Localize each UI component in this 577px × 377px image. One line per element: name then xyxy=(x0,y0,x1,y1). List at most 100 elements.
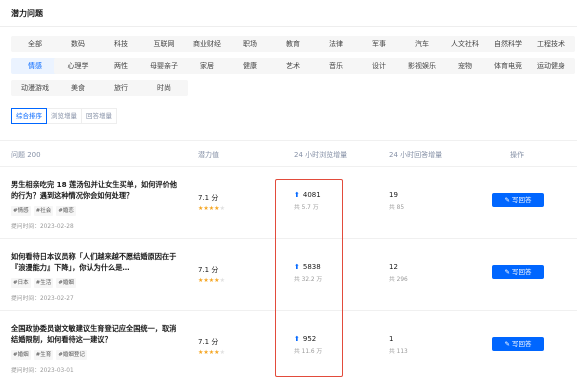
star-rating: ★★★★★ xyxy=(198,205,225,212)
topic-tag[interactable]: #生活 xyxy=(33,278,54,288)
sort-tab-answers[interactable]: 回答增量 xyxy=(81,108,117,124)
category-tag[interactable]: 教育 xyxy=(269,36,317,52)
header-question: 问题 200 xyxy=(11,151,41,159)
answers-increment: 12 xyxy=(389,263,398,271)
category-tag[interactable]: 健康 xyxy=(226,58,274,74)
write-answer-label: 写回答 xyxy=(511,268,532,276)
category-tag[interactable]: 影视娱乐 xyxy=(398,58,446,74)
answers-total: 共 296 xyxy=(389,277,408,283)
header-action: 操作 xyxy=(510,151,524,159)
write-answer-button[interactable]: ✎ 写回答 xyxy=(492,337,544,351)
question-time: 提问时间：2023-02-28 xyxy=(11,224,74,230)
category-tag[interactable]: 工程技术 xyxy=(527,36,575,52)
category-tag[interactable]: 旅行 xyxy=(97,80,145,96)
star-rating: ★★★★★ xyxy=(198,349,225,356)
table-header: 问题 200 潜力值 24 小时浏览增量 24 小时回答增量 操作 xyxy=(0,140,577,167)
sort-tab-views[interactable]: 浏览增量 xyxy=(46,108,82,124)
category-tag[interactable]: 美食 xyxy=(54,80,102,96)
topic-tag[interactable]: #婚姻 xyxy=(56,278,76,288)
answers-increment: 19 xyxy=(389,191,398,199)
views-total: 共 32.2 万 xyxy=(294,277,323,283)
question-time: 提问时间：2023-02-27 xyxy=(11,296,74,302)
header-views: 24 小时浏览增量 xyxy=(294,151,348,159)
category-tag[interactable]: 互联网 xyxy=(140,36,188,52)
category-tag[interactable]: 宠物 xyxy=(441,58,489,74)
category-tag[interactable]: 动漫游戏 xyxy=(11,80,59,96)
title-divider xyxy=(0,26,577,27)
question-time: 提问时间：2023-03-01 xyxy=(11,368,74,374)
category-tag[interactable]: 军事 xyxy=(355,36,403,52)
category-tag[interactable]: 体育电竞 xyxy=(484,58,532,74)
sort-tab-comprehensive[interactable]: 综合排序 xyxy=(11,108,47,124)
write-answer-button[interactable]: ✎ 写回答 xyxy=(492,265,544,279)
star-icon: ★ xyxy=(219,205,225,212)
views-cell: ⬆ 4081 共 5.7 万 xyxy=(294,191,321,211)
category-tag[interactable]: 家居 xyxy=(183,58,231,74)
potential-score: 7.1 分 xyxy=(198,266,219,274)
pencil-icon: ✎ xyxy=(504,196,510,204)
category-tag[interactable]: 两性 xyxy=(97,58,145,74)
potential-score: 7.1 分 xyxy=(198,194,219,202)
write-answer-label: 写回答 xyxy=(511,340,532,348)
category-tag[interactable]: 运动健身 xyxy=(527,58,575,74)
views-cell: ⬆ 952 共 11.6 万 xyxy=(294,335,322,355)
answers-cell: 12 共 296 xyxy=(389,263,408,283)
question-tags: #婚姻 #生育 #婚姻登记 xyxy=(11,350,90,360)
answers-total: 共 113 xyxy=(389,349,408,355)
topic-tag[interactable]: #婚姻登记 xyxy=(56,350,87,360)
category-tag[interactable]: 人文社科 xyxy=(441,36,489,52)
table-row: 如何看待日本议员称「人们越来越不愿结婚原因在于『浪漫能力』下降」，你认为什么是…… xyxy=(0,239,577,311)
question-title[interactable]: 如何看待日本议员称「人们越来越不愿结婚原因在于『浪漫能力』下降」，你认为什么是… xyxy=(11,252,179,273)
category-tag[interactable]: 自然科学 xyxy=(484,36,532,52)
topic-tag[interactable]: #日本 xyxy=(11,278,31,288)
potential-cell: 7.1 分 ★★★★★ xyxy=(198,265,225,284)
category-tag[interactable]: 法律 xyxy=(312,36,360,52)
write-answer-label: 写回答 xyxy=(511,196,532,204)
pencil-icon: ✎ xyxy=(504,268,510,276)
topic-tag[interactable]: #情感 xyxy=(11,206,31,216)
page-title: 潜力问题 xyxy=(11,9,43,18)
category-tag[interactable]: 时尚 xyxy=(140,80,188,96)
views-cell: ⬆ 5838 共 32.2 万 xyxy=(294,263,322,283)
category-tag[interactable]: 科技 xyxy=(97,36,145,52)
answers-cell: 1 共 113 xyxy=(389,335,408,355)
category-tag-active[interactable]: 情感 xyxy=(11,58,59,74)
category-tag[interactable]: 数码 xyxy=(54,36,102,52)
topic-tag[interactable]: #社会 xyxy=(33,206,54,216)
arrow-up-icon: ⬆ xyxy=(294,263,300,271)
question-title[interactable]: 全国政协委员谢文敏建议生育登记应全国统一，取消结婚限制，如何看待这一建议？ xyxy=(11,324,179,345)
question-title[interactable]: 男生相亲吃完 18 莲汤包并让女生买单，如何评价他的行为？遇到这种情况你会如何处… xyxy=(11,180,179,201)
views-total: 共 11.6 万 xyxy=(294,349,323,355)
category-tag[interactable]: 艺术 xyxy=(269,58,317,74)
category-tag[interactable]: 心理学 xyxy=(54,58,102,74)
potential-cell: 7.1 分 ★★★★★ xyxy=(198,337,225,356)
category-tag[interactable]: 商业财经 xyxy=(183,36,231,52)
write-answer-button[interactable]: ✎ 写回答 xyxy=(492,193,544,207)
views-increment: 5838 xyxy=(302,263,321,271)
table-row: 全国政协委员谢文敏建议生育登记应全国统一，取消结婚限制，如何看待这一建议？ #婚… xyxy=(0,311,577,377)
table-row: 男生相亲吃完 18 莲汤包并让女生买单，如何评价他的行为？遇到这种情况你会如何处… xyxy=(0,167,577,239)
category-tag[interactable]: 母婴亲子 xyxy=(140,58,188,74)
category-tag[interactable]: 设计 xyxy=(355,58,403,74)
star-icon: ★ xyxy=(219,349,225,356)
potential-cell: 7.1 分 ★★★★★ xyxy=(198,193,225,212)
category-tag[interactable]: 音乐 xyxy=(312,58,360,74)
header-answers: 24 小时回答增量 xyxy=(389,151,443,159)
arrow-up-icon: ⬆ xyxy=(294,191,300,199)
topic-tag[interactable]: #婚姻 xyxy=(11,350,31,360)
category-tag[interactable]: 全部 xyxy=(11,36,59,52)
question-tags: #情感 #社会 #婚恋 xyxy=(11,206,79,216)
topic-tag[interactable]: #婚恋 xyxy=(56,206,76,216)
category-tag[interactable]: 汽车 xyxy=(398,36,446,52)
star-rating: ★★★★★ xyxy=(198,277,225,284)
answers-increment: 1 xyxy=(389,335,394,343)
answers-cell: 19 共 85 xyxy=(389,191,404,211)
star-icon: ★ xyxy=(219,277,225,284)
sort-tabs: 综合排序 浏览增量 回答增量 xyxy=(11,108,117,124)
header-potential: 潜力值 xyxy=(198,151,219,159)
potential-score: 7.1 分 xyxy=(198,338,219,346)
category-tag[interactable]: 职场 xyxy=(226,36,274,52)
answers-total: 共 85 xyxy=(389,205,405,211)
topic-tag[interactable]: #生育 xyxy=(33,350,54,360)
views-increment: 952 xyxy=(302,335,317,343)
